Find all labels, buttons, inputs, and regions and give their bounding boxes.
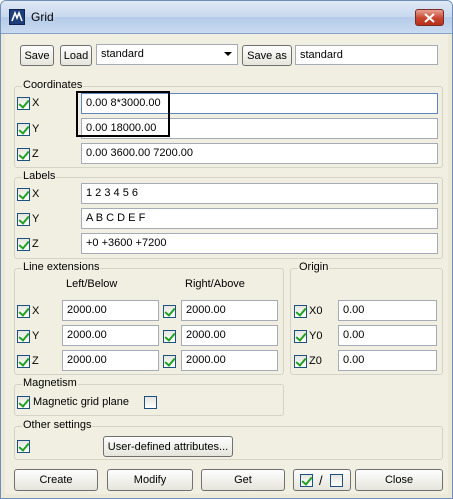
coordinates-group-label: Coordinates [22, 79, 84, 91]
origin-x0-checkbox[interactable] [294, 305, 307, 318]
ext-x-label: X [32, 305, 40, 317]
coordinates-x-checkbox[interactable] [17, 97, 30, 110]
other-settings-group-label: Other settings [22, 419, 93, 431]
save-as-name-input[interactable]: standard [295, 45, 438, 65]
origin-y0-label: Y0 [309, 330, 323, 342]
ext-y-right-checkbox[interactable] [163, 330, 176, 343]
coordinates-z-checkbox[interactable] [17, 148, 30, 161]
origin-y0-checkbox[interactable] [294, 330, 307, 343]
get-button[interactable]: Get [201, 469, 285, 491]
origin-z0-label: Z0 [309, 355, 322, 367]
preset-select[interactable]: standard [96, 44, 238, 65]
modify-button[interactable]: Modify [107, 469, 193, 491]
unchecked-box-icon [330, 474, 343, 487]
coordinates-z-input[interactable]: 0.00 3600.00 7200.00 [81, 143, 438, 164]
ext-z-label: Z [32, 355, 39, 367]
origin-z0-input[interactable]: 0.00 [338, 350, 437, 371]
magnetism-update-checkbox[interactable] [144, 396, 157, 409]
magnetic-grid-plane-label: Magnetic grid plane [33, 396, 130, 408]
origin-x0-label: X0 [309, 305, 323, 317]
save-button[interactable]: Save [20, 45, 54, 66]
origin-z0-checkbox[interactable] [294, 355, 307, 368]
magnetic-grid-plane-checkbox[interactable] [17, 396, 30, 409]
ext-y-checkbox[interactable] [17, 330, 30, 343]
ext-z-left-input[interactable]: 2000.00 [62, 350, 159, 371]
coordinates-z-label: Z [32, 148, 39, 160]
labels-group-label: Labels [22, 170, 57, 182]
coordinates-y-checkbox[interactable] [17, 123, 30, 136]
coordinates-x-label: X [32, 97, 40, 109]
coordinates-y-label: Y [32, 123, 40, 135]
load-button[interactable]: Load [60, 45, 92, 66]
labels-y-checkbox[interactable] [17, 213, 30, 226]
labels-x-label: X [32, 188, 40, 200]
user-defined-attributes-button[interactable]: User-defined attributes... [103, 436, 233, 457]
labels-y-label: Y [32, 213, 40, 225]
right-above-header: Right/Above [185, 278, 245, 290]
labels-y-input[interactable]: A B C D E F [81, 208, 438, 229]
labels-z-label: Z [32, 238, 39, 250]
ext-x-left-input[interactable]: 2000.00 [62, 300, 159, 321]
ext-y-label: Y [32, 330, 40, 342]
other-settings-checkbox[interactable] [17, 440, 30, 453]
labels-z-checkbox[interactable] [17, 238, 30, 251]
window-close-button[interactable] [415, 9, 444, 26]
chevron-down-icon [224, 52, 232, 56]
dialog-body: Save Load standard Save as standard Coor… [5, 34, 448, 494]
grid-app-icon [9, 9, 25, 25]
labels-x-checkbox[interactable] [17, 188, 30, 201]
origin-group-label: Origin [298, 261, 330, 273]
ext-z-right-input[interactable]: 2000.00 [181, 350, 278, 371]
ext-z-right-checkbox[interactable] [163, 355, 176, 368]
origin-y0-input[interactable]: 0.00 [338, 325, 437, 346]
preset-select-value: standard [101, 48, 144, 60]
left-below-header: Left/Below [66, 278, 118, 290]
close-button[interactable]: Close [355, 469, 443, 491]
checked-box-icon [300, 474, 313, 487]
title-bar[interactable]: Grid [1, 1, 452, 34]
ext-z-checkbox[interactable] [17, 355, 30, 368]
create-button[interactable]: Create [14, 469, 98, 491]
line-extensions-group-label: Line extensions [22, 261, 101, 273]
origin-x0-input[interactable]: 0.00 [338, 300, 437, 321]
ext-y-right-input[interactable]: 2000.00 [181, 325, 278, 346]
save-as-button[interactable]: Save as [242, 45, 292, 66]
grid-dialog: Grid Save Load standard Save as standard… [0, 0, 453, 499]
labels-x-input[interactable]: 1 2 3 4 5 6 [81, 183, 438, 204]
ext-x-right-input[interactable]: 2000.00 [181, 300, 278, 321]
ext-y-left-input[interactable]: 2000.00 [62, 325, 159, 346]
toggle-all-checkboxes-button[interactable]: / [293, 469, 351, 491]
toggle-separator: / [319, 473, 323, 488]
highlight-box [76, 91, 170, 137]
labels-z-input[interactable]: +0 +3600 +7200 [81, 233, 438, 254]
ext-x-right-checkbox[interactable] [163, 305, 176, 318]
magnetism-group-label: Magnetism [22, 377, 78, 389]
window-title: Grid [31, 10, 54, 24]
ext-x-checkbox[interactable] [17, 305, 30, 318]
